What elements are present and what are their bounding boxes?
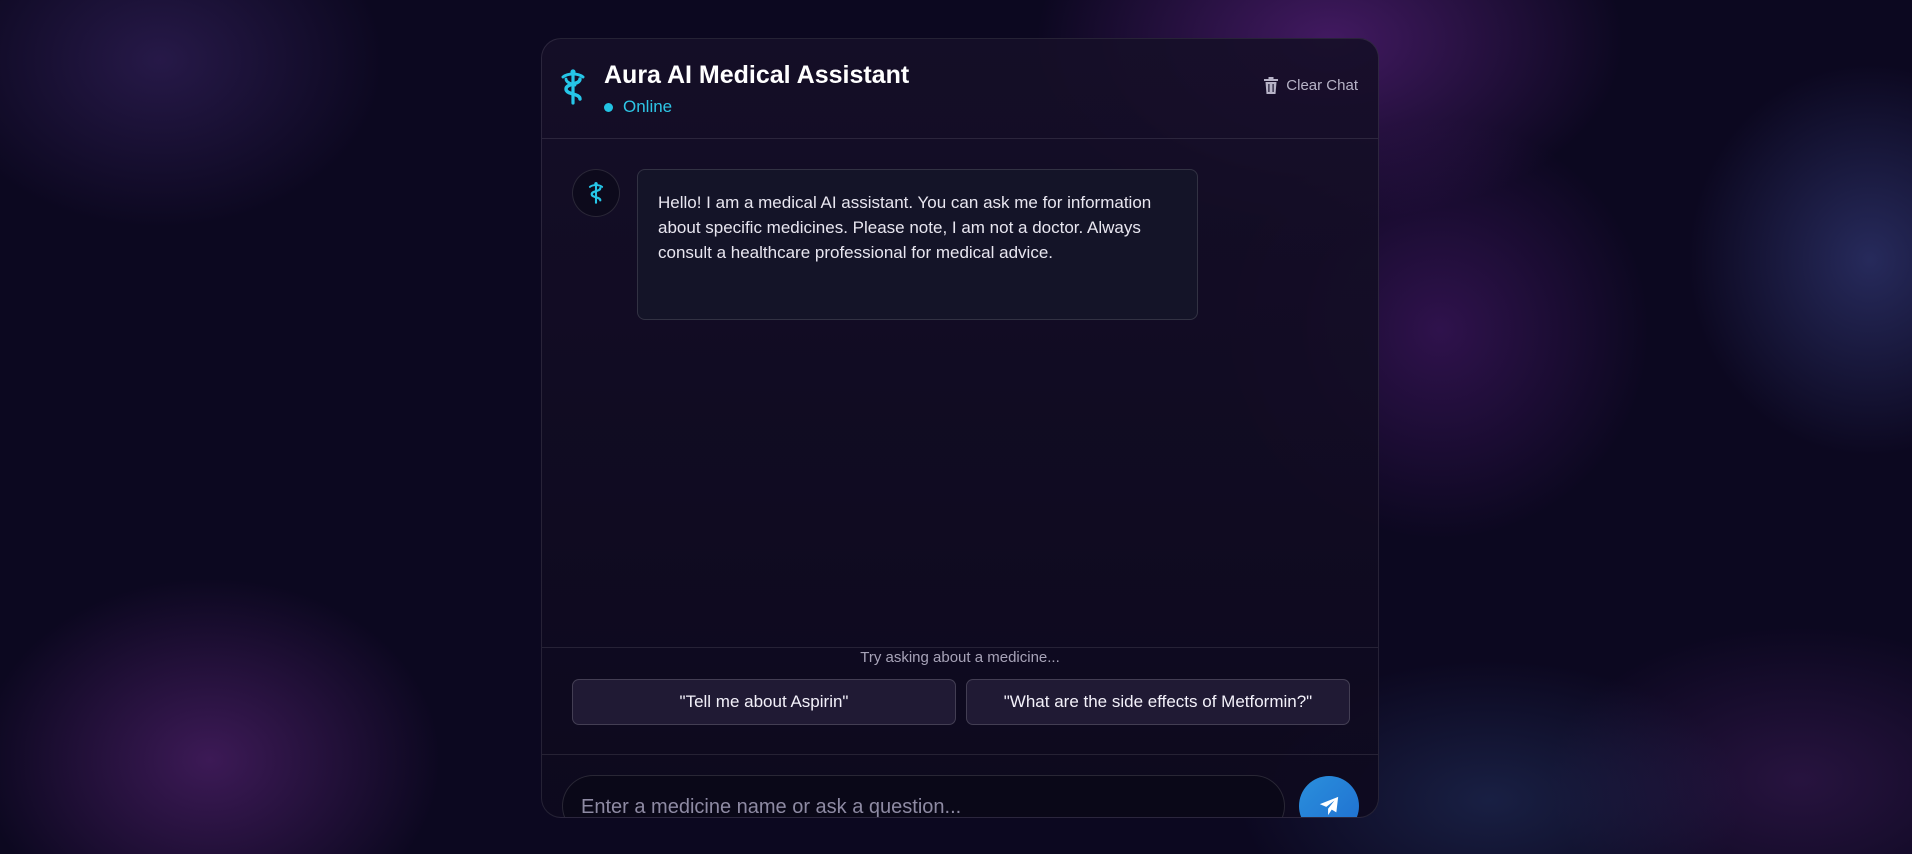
message-list: Hello! I am a medical AI assistant. You … [542,139,1378,647]
status-dot-icon [604,102,613,112]
trash-icon [1264,77,1279,94]
suggestion-chip-metformin[interactable]: "What are the side effects of Metformin?… [966,679,1350,725]
suggestions-hint: Try asking about a medicine... [860,649,1060,666]
send-icon [1319,796,1339,816]
suggestion-chip-aspirin[interactable]: "Tell me about Aspirin" [572,679,956,725]
clear-chat-label: Clear Chat [1286,77,1358,94]
assistant-avatar [572,169,620,217]
message-input[interactable] [579,776,1263,817]
message-bubble: Hello! I am a medical AI assistant. You … [637,169,1198,320]
status-label: Online [623,97,673,116]
chat-header: Aura AI Medical Assistant Online Clear C… [542,39,1378,139]
caduceus-icon [561,69,585,105]
clear-chat-button[interactable]: Clear Chat [1264,77,1358,94]
send-button[interactable] [1299,776,1359,817]
composer [562,775,1285,817]
page-title: Aura AI Medical Assistant [604,61,910,89]
chat-window: Aura AI Medical Assistant Online Clear C… [541,38,1379,818]
status-indicator: Online [604,97,672,117]
suggestions-panel: Try asking about a medicine... "Tell me … [542,647,1378,755]
caduceus-icon [588,182,604,204]
